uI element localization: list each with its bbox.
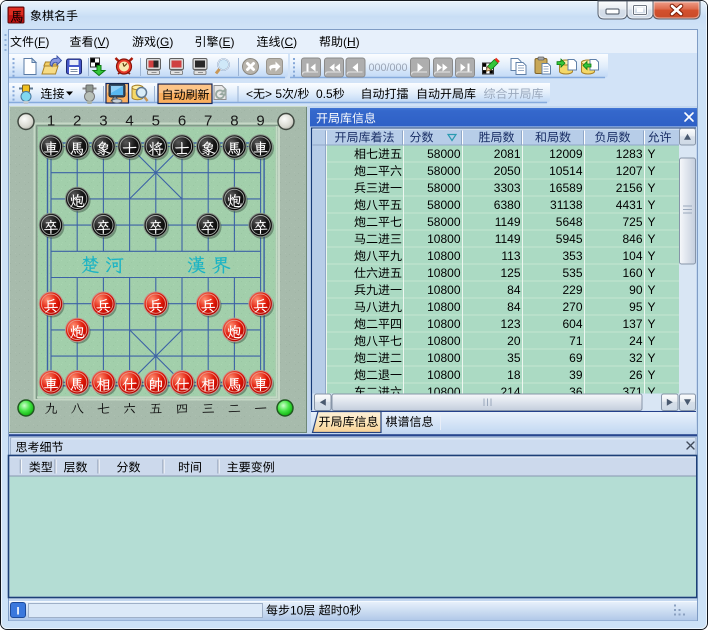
svg-text:I: I bbox=[16, 606, 19, 618]
svg-text:1283: 1283 bbox=[616, 147, 643, 161]
svg-text:604: 604 bbox=[562, 317, 582, 331]
svg-text:2156: 2156 bbox=[616, 181, 643, 195]
svg-text:24: 24 bbox=[629, 334, 643, 348]
svg-text:39: 39 bbox=[569, 368, 583, 382]
svg-text:20: 20 bbox=[507, 334, 521, 348]
svg-text:0.5: 0.5 bbox=[316, 87, 333, 101]
svg-text:84: 84 bbox=[507, 283, 521, 297]
svg-text:71: 71 bbox=[569, 334, 583, 348]
svg-text:84: 84 bbox=[507, 300, 521, 314]
svg-text:2: 2 bbox=[73, 113, 81, 130]
svg-text:35: 35 bbox=[507, 351, 521, 365]
svg-text:58000: 58000 bbox=[427, 181, 461, 195]
svg-text:353: 353 bbox=[562, 249, 582, 263]
svg-text:5: 5 bbox=[152, 113, 160, 130]
svg-text:58000: 58000 bbox=[427, 147, 461, 161]
svg-text:Y: Y bbox=[648, 351, 656, 365]
svg-text:Y: Y bbox=[648, 266, 656, 280]
svg-text:58000: 58000 bbox=[427, 215, 461, 229]
svg-text:>: > bbox=[265, 87, 272, 101]
svg-text:10: 10 bbox=[290, 604, 304, 618]
svg-text:58000: 58000 bbox=[427, 198, 461, 212]
svg-text:10800: 10800 bbox=[427, 317, 461, 331]
svg-text:Y: Y bbox=[648, 147, 656, 161]
svg-text:Y: Y bbox=[648, 164, 656, 178]
svg-text:10514: 10514 bbox=[549, 164, 583, 178]
svg-text:Y: Y bbox=[648, 334, 656, 348]
svg-text:2081: 2081 bbox=[494, 147, 521, 161]
svg-text:113: 113 bbox=[501, 249, 520, 263]
svg-text:8: 8 bbox=[230, 113, 238, 130]
svg-text:31138: 31138 bbox=[550, 198, 583, 212]
svg-text:1149: 1149 bbox=[495, 215, 521, 229]
svg-text:270: 270 bbox=[562, 300, 582, 314]
svg-text:Y: Y bbox=[648, 283, 656, 297]
svg-text:7: 7 bbox=[204, 113, 212, 130]
svg-text:6: 6 bbox=[178, 113, 186, 130]
svg-text:10800: 10800 bbox=[427, 266, 461, 280]
svg-text:26: 26 bbox=[629, 368, 643, 382]
svg-text:1: 1 bbox=[47, 113, 55, 130]
svg-text:Y: Y bbox=[648, 232, 656, 246]
svg-text:5945: 5945 bbox=[556, 232, 583, 246]
svg-text:4431: 4431 bbox=[616, 198, 643, 212]
svg-text:137: 137 bbox=[622, 317, 642, 331]
svg-text:18: 18 bbox=[507, 368, 521, 382]
svg-text:0: 0 bbox=[343, 604, 350, 618]
svg-text:123: 123 bbox=[500, 317, 520, 331]
svg-text:9: 9 bbox=[256, 113, 264, 130]
svg-text:Y: Y bbox=[648, 368, 656, 382]
svg-text:<: < bbox=[246, 87, 253, 101]
svg-text:Y: Y bbox=[648, 198, 656, 212]
svg-text:90: 90 bbox=[629, 283, 643, 297]
svg-text:10800: 10800 bbox=[427, 351, 461, 365]
svg-text:229: 229 bbox=[562, 283, 582, 297]
svg-text:10800: 10800 bbox=[427, 283, 461, 297]
svg-text:Y: Y bbox=[648, 215, 656, 229]
svg-text:(H): (H) bbox=[343, 35, 360, 49]
svg-text:5648: 5648 bbox=[556, 215, 583, 229]
svg-text:10800: 10800 bbox=[427, 334, 461, 348]
svg-text:000/000: 000/000 bbox=[369, 62, 408, 74]
svg-text:16589: 16589 bbox=[549, 181, 583, 195]
svg-text:4: 4 bbox=[125, 113, 133, 130]
svg-text:10800: 10800 bbox=[427, 368, 461, 382]
svg-text:Y: Y bbox=[648, 249, 656, 263]
svg-text:Y: Y bbox=[648, 317, 656, 331]
svg-text:2050: 2050 bbox=[494, 164, 521, 178]
svg-text:10800: 10800 bbox=[427, 249, 461, 263]
svg-text:(F): (F) bbox=[34, 35, 49, 49]
svg-text:535: 535 bbox=[562, 266, 582, 280]
svg-text:69: 69 bbox=[569, 351, 583, 365]
svg-text:5: 5 bbox=[275, 87, 282, 101]
svg-text:58000: 58000 bbox=[427, 164, 461, 178]
svg-text:Y: Y bbox=[648, 300, 656, 314]
svg-text:1149: 1149 bbox=[495, 232, 521, 246]
svg-text:Y: Y bbox=[648, 181, 656, 195]
svg-text:104: 104 bbox=[622, 249, 642, 263]
svg-text:846: 846 bbox=[622, 232, 642, 246]
svg-text:6380: 6380 bbox=[494, 198, 521, 212]
svg-text:725: 725 bbox=[622, 215, 642, 229]
svg-text:12009: 12009 bbox=[549, 147, 583, 161]
svg-text:32: 32 bbox=[629, 351, 643, 365]
svg-text:95: 95 bbox=[629, 300, 643, 314]
svg-text:3: 3 bbox=[99, 113, 107, 130]
svg-text:(C): (C) bbox=[281, 35, 298, 49]
svg-text:1207: 1207 bbox=[616, 164, 643, 178]
svg-text:(G): (G) bbox=[156, 35, 173, 49]
svg-text:10800: 10800 bbox=[427, 232, 461, 246]
svg-text:3303: 3303 bbox=[494, 181, 521, 195]
svg-text:125: 125 bbox=[500, 266, 520, 280]
svg-text:10800: 10800 bbox=[427, 300, 461, 314]
svg-text:(E): (E) bbox=[219, 35, 235, 49]
svg-text:160: 160 bbox=[622, 266, 642, 280]
svg-text:(V): (V) bbox=[94, 35, 110, 49]
